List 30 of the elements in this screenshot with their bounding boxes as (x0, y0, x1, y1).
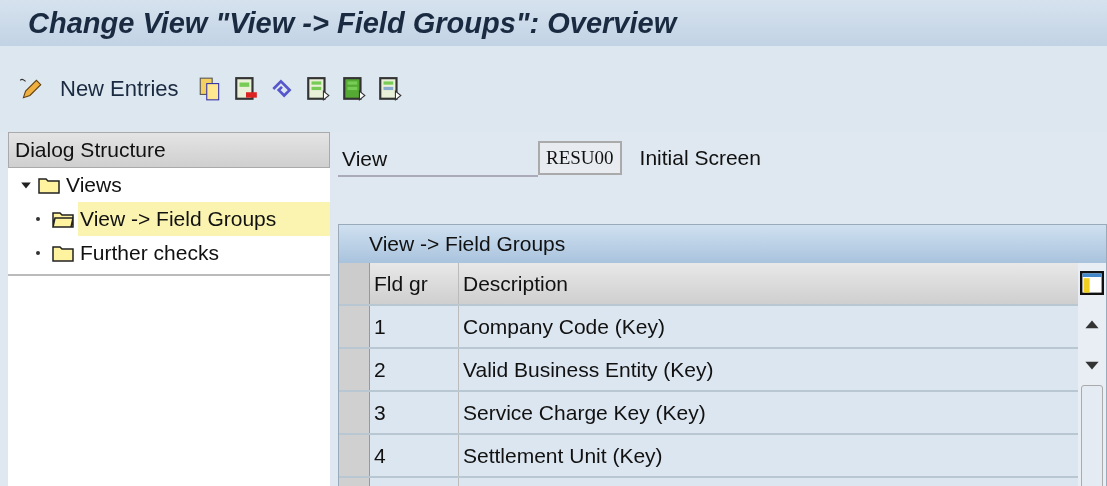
table-icon[interactable] (340, 76, 367, 102)
table-cell-text: Company Code (Key) (462, 314, 666, 340)
bullet-icon (36, 251, 40, 255)
pencil-icon[interactable] (18, 76, 44, 102)
folder-icon (52, 244, 74, 262)
new-entries-button[interactable]: New Entries (54, 76, 185, 102)
bullet-icon (36, 217, 40, 221)
table-cell-text: Service Charge Key (Key) (462, 400, 707, 426)
folder-icon (38, 176, 60, 194)
field-description: Initial Screen (639, 146, 761, 170)
column-header[interactable]: Description (459, 263, 1078, 304)
table-title: View -> Field Groups (339, 225, 1106, 263)
delete-row-icon[interactable] (232, 76, 259, 102)
table-cell: 4 (370, 435, 459, 476)
table-cell-text: Settlement Unit (Key) (462, 443, 664, 469)
column-header[interactable]: Fld gr (370, 263, 459, 304)
tree-item[interactable]: Views (8, 168, 330, 202)
table-icon[interactable] (376, 76, 403, 102)
table-cell: 3 (370, 392, 459, 433)
tree-item[interactable]: Further checks (8, 236, 330, 270)
window-title: Change View "View -> Field Groups": Overview (28, 6, 677, 40)
table-cell: 2 (370, 349, 459, 390)
open-folder-icon (52, 210, 74, 228)
view-field[interactable]: RESU00 (538, 141, 622, 175)
table-cell: 1 (370, 306, 459, 347)
column-settings-icon[interactable] (1080, 271, 1104, 295)
dialog-structure-header: Dialog Structure (8, 132, 330, 168)
table-cell-text: Valid Business Entity (Key) (462, 357, 715, 383)
scrollbar-thumb[interactable] (1081, 385, 1103, 486)
table-icon[interactable] (304, 76, 331, 102)
